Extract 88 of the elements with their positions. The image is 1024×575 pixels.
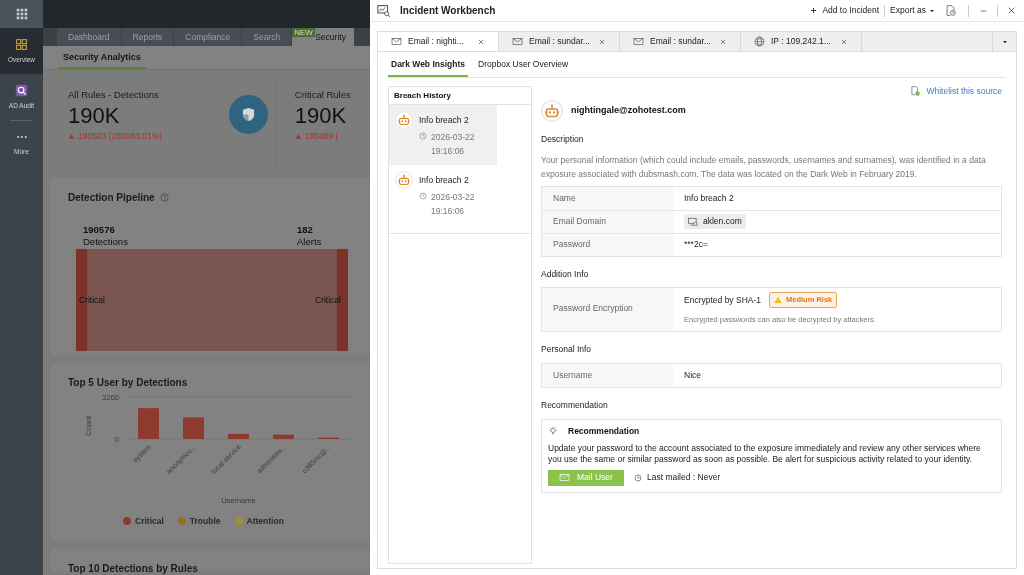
export-dropdown[interactable]: Export as [890, 4, 935, 17]
mail-icon [559, 472, 570, 483]
tab[interactable]: NEW Security [292, 28, 354, 46]
section-title: Recommendation [541, 399, 609, 412]
mail-icon [633, 36, 644, 47]
kpi-title: All Rules - Detections [68, 88, 160, 102]
robot-icon [395, 170, 413, 189]
schedule-report-icon[interactable] [945, 5, 956, 16]
help-icon[interactable] [159, 193, 169, 202]
clock-icon [419, 191, 427, 200]
magnifier-icon [15, 83, 28, 97]
domain-icon [688, 216, 698, 227]
field-label: Password [553, 238, 591, 251]
section-title: Personal Info [541, 343, 593, 356]
new-badge: NEW [292, 28, 315, 37]
card-title: Detection Pipeline [68, 191, 155, 205]
last-mailed-text: Last mailed : Never [647, 471, 721, 484]
breach-time: 2026-03-22 19:16:06 [431, 130, 476, 158]
section-title: Description [541, 132, 585, 146]
warning-icon [774, 295, 782, 304]
field-value: Info breach 2 [684, 191, 734, 205]
node-label: Critical [315, 294, 341, 307]
breach-name: Info breach 2 [419, 173, 470, 187]
kpi-change: 190503 (260963.01%) [78, 130, 163, 143]
caret-icon [929, 7, 935, 14]
mail-icon [512, 36, 523, 47]
app-grid-icon[interactable] [14, 7, 29, 21]
kpi-value: 190K [68, 103, 120, 130]
add-to-incident-button[interactable]: Add to Incident [810, 4, 880, 17]
description-text: Your personal information (which could include emails, passwords, usernames and surnames), was identified in a data exposure associated with dubsmash.com. The data was located on the Dark Web in February 2019. [541, 153, 987, 181]
count-label: Alerts [297, 236, 322, 248]
bar [183, 417, 204, 439]
field-label: Password Encryption [553, 303, 633, 314]
close-icon[interactable] [1007, 6, 1016, 15]
field-value: Nice [684, 369, 701, 382]
legend-label: Trouble [189, 515, 221, 528]
caret-icon [1001, 38, 1008, 45]
count-label: Detections [83, 236, 128, 248]
clock-icon [634, 473, 642, 482]
kpi-title: Critical Rules [294, 88, 352, 102]
close-icon[interactable] [477, 37, 485, 46]
node-label: Critical [79, 294, 105, 307]
alert-count: 182 [297, 224, 314, 236]
field-value: Encrypted by SHA-1 [684, 293, 761, 307]
card-title: Top 5 User by Detections [68, 376, 188, 390]
tab[interactable]: Dropbox User Overview [475, 58, 572, 77]
document-check-icon [910, 86, 921, 97]
globe-icon [754, 36, 765, 47]
legend-label: Attention [246, 515, 284, 528]
breach-item[interactable]: Info breach 2 2026-03-22 19:16:06 [389, 105, 497, 165]
workbench-icon [377, 4, 390, 17]
bar [273, 434, 294, 439]
section-title: Addition Info [541, 267, 590, 281]
domain-chip[interactable]: aklen.com [684, 214, 746, 229]
close-icon[interactable] [598, 37, 606, 46]
field-value: ***2c= [684, 238, 708, 251]
robot-icon [541, 99, 563, 122]
card-title: Recommendation [568, 424, 640, 438]
close-icon[interactable] [719, 37, 727, 46]
close-icon[interactable] [840, 37, 848, 46]
field-label: Email Domain [553, 215, 606, 228]
recommendation-text: Update your password to the account associated to the exposure immediately and review any other services where you use the same or similar password as soon as possible. Be alert for suspicious activity related to your identity. [548, 442, 982, 466]
bar [228, 434, 249, 439]
up-triangle-icon [68, 133, 75, 141]
field-label: Name [553, 191, 576, 205]
card-title: Top 10 Detections by Rules [68, 563, 198, 574]
up-triangle-icon [294, 133, 302, 141]
shield-icon [228, 95, 268, 134]
lightbulb-icon [548, 426, 558, 437]
grid-icon [15, 37, 28, 51]
detection-count: 190576 [83, 224, 116, 236]
bar [138, 408, 159, 439]
panel-title: Breach History [394, 89, 451, 102]
entity-tab[interactable]: Email : nighti... [378, 32, 499, 51]
email-address: nightingale@zohotest.com [571, 104, 686, 117]
whitelist-link[interactable]: Whitelist this source [910, 85, 1002, 98]
breach-time: 2026-03-22 19:16:06 [431, 190, 476, 218]
kpi-value: 190K [294, 103, 347, 130]
legend-label: Critical [135, 515, 164, 528]
plus-icon [810, 7, 818, 14]
window-title: Incident Workbench [400, 4, 496, 18]
breach-name: Info breach 2 [419, 114, 470, 127]
mail-icon [391, 36, 402, 47]
clock-icon [419, 131, 427, 140]
robot-icon [395, 111, 413, 129]
kpi-change: 190489 ( [304, 130, 339, 143]
field-label: Username [553, 369, 593, 382]
tab[interactable]: Dark Web Insights [388, 58, 468, 77]
